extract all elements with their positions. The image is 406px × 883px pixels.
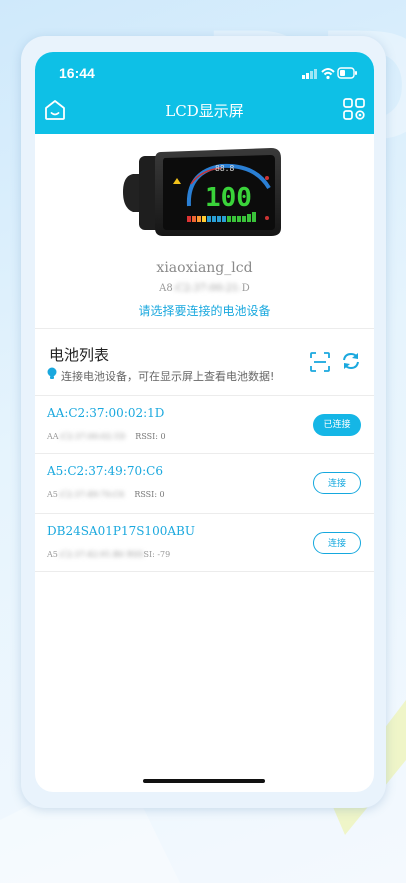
battery-name: DB24SA01P17S100ABU <box>47 524 195 538</box>
connect-button[interactable]: 连接 <box>313 532 361 554</box>
battery-mac-masked: :C2:37:42:91:B0 RSS <box>57 550 144 559</box>
home-indicator[interactable] <box>143 779 265 783</box>
device-address-suffix: D <box>241 283 250 294</box>
connect-button[interactable]: 连接 <box>313 472 361 494</box>
list-item[interactable]: A5:C2:37:49:70:C6 A5:C2:37:49:70:C6 RSSI:… <box>35 454 374 512</box>
device-address-masked: :C2:37:00:21: <box>172 283 242 294</box>
device-name: xiaoxiang_lcd <box>156 260 253 276</box>
refresh-icon[interactable] <box>340 350 362 372</box>
battery-meta: AA:C2:37:00:02:1D RSSI: 0 <box>47 432 166 441</box>
status-icons <box>302 67 357 80</box>
lightbulb-icon <box>47 367 57 379</box>
battery-rssi: SI: -79 <box>143 550 171 559</box>
signal-icon <box>302 69 317 79</box>
app-screen: 16:44 LCD显示屏 100 88.8 xiaoxiang_lcd A8:C… <box>35 52 374 792</box>
battery-mac-prefix: A5 <box>47 550 58 559</box>
lcd-main-value: 100 <box>205 183 252 213</box>
lcd-device-image: 100 88.8 <box>123 148 281 236</box>
battery-rssi: RSSI: 0 <box>134 490 165 499</box>
battery-mac-masked: :C2:37:49:70:C6 <box>57 490 125 499</box>
wifi-icon <box>321 68 335 80</box>
section-divider <box>35 328 374 329</box>
scan-icon[interactable] <box>309 351 331 373</box>
list-item[interactable]: DB24SA01P17S100ABU A5:C2:37:42:91:B0 RSS… <box>35 514 374 572</box>
settings-grid-icon[interactable] <box>342 97 366 121</box>
battery-list-hint: 连接电池设备，可在显示屏上查看电池数据! <box>61 370 275 383</box>
list-item[interactable]: AA:C2:37:00:02:1D AA:C2:37:00:02:1D RSSI:… <box>35 396 374 454</box>
battery-rssi: RSSI: 0 <box>135 432 166 441</box>
battery-name: A5:C2:37:49:70:C6 <box>47 464 163 478</box>
battery-icon <box>337 67 357 79</box>
status-time: 16:44 <box>59 65 95 81</box>
battery-meta: A5:C2:37:49:70:C6 RSSI: 0 <box>47 490 165 499</box>
battery-list-title: 电池列表 <box>49 346 110 364</box>
select-device-prompt: 请选择要连接的电池设备 <box>138 304 271 318</box>
device-address-prefix: A8 <box>159 283 173 294</box>
battery-mac-masked: :C2:37:00:02:1D <box>58 432 126 441</box>
battery-meta: A5:C2:37:42:91:B0 RSSSI: -79 <box>47 550 170 559</box>
lcd-small-value: 88.8 <box>215 164 234 173</box>
battery-name: AA:C2:37:00:02:1D <box>47 406 165 420</box>
row-divider <box>35 571 374 572</box>
battery-mac-prefix: A5 <box>47 490 58 499</box>
connected-button[interactable]: 已连接 <box>313 414 361 436</box>
device-address: A8:C2:37:00:21:D <box>35 283 374 294</box>
page-title: LCD显示屏 <box>165 102 244 120</box>
battery-mac-prefix: AA <box>47 432 59 441</box>
top-bar: 16:44 LCD显示屏 <box>35 52 374 134</box>
